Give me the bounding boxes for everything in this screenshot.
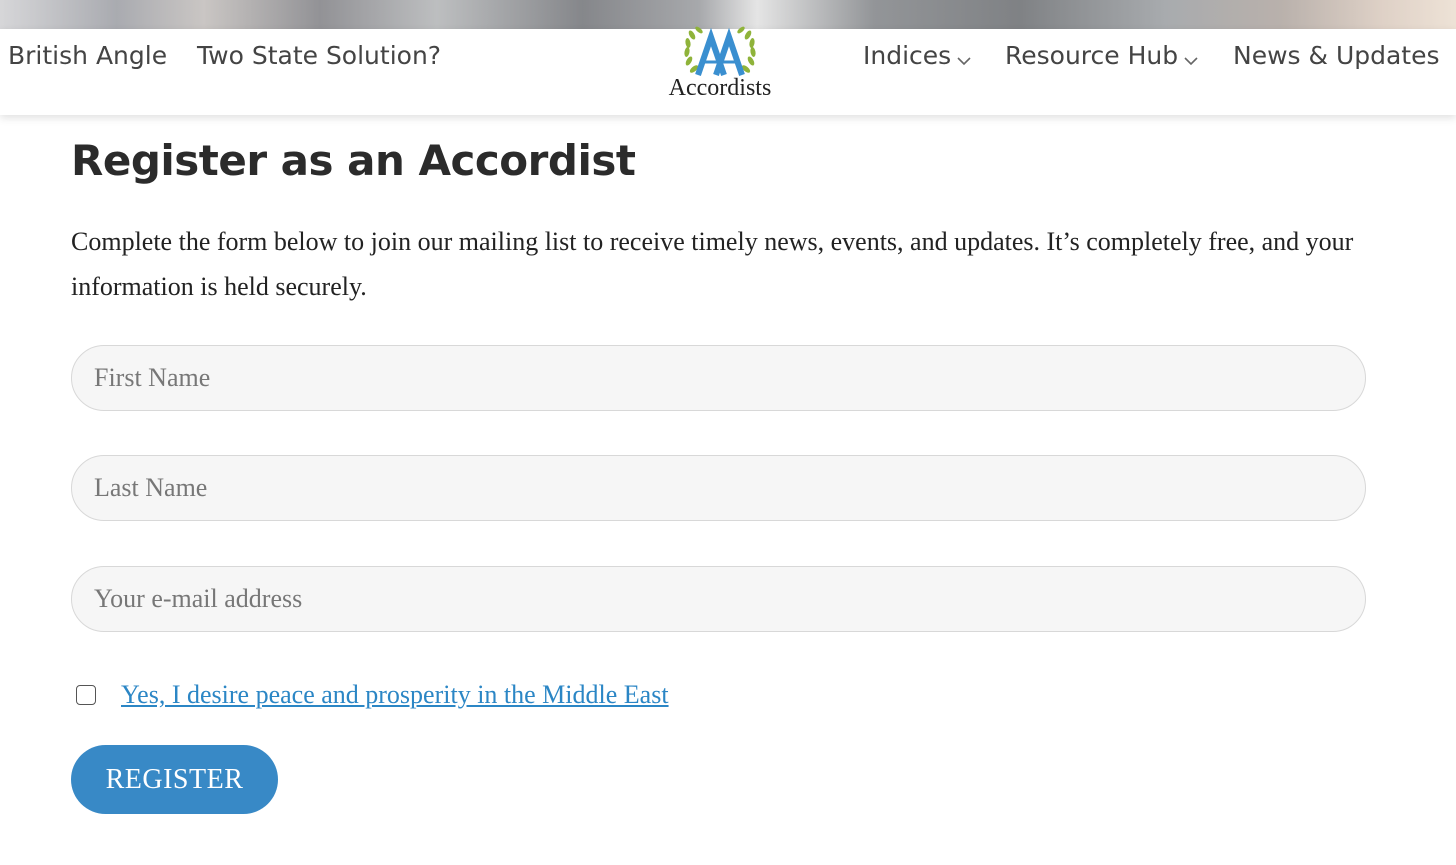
nav-item-two-state-solution[interactable]: Two State Solution? bbox=[197, 41, 441, 70]
intro-text: Complete the form below to join our mail… bbox=[71, 227, 1354, 301]
laurel-aa-icon bbox=[684, 26, 756, 76]
nav-item-resource-hub[interactable]: Resource Hub bbox=[1005, 41, 1198, 72]
nav-item-british-angle[interactable]: British Angle bbox=[8, 41, 167, 70]
consent-row: Yes, I desire peace and prosperity in th… bbox=[76, 680, 669, 710]
chevron-down-icon bbox=[957, 43, 971, 72]
register-button[interactable]: REGISTER bbox=[71, 745, 278, 814]
email-field[interactable] bbox=[71, 566, 1366, 632]
nav-item-label: Indices bbox=[863, 41, 952, 70]
site-header: British Angle Two State Solution? Accord… bbox=[0, 26, 1456, 115]
consent-checkbox[interactable] bbox=[76, 685, 96, 705]
nav-item-news-updates[interactable]: News & Updates bbox=[1233, 41, 1440, 70]
nav-item-indices[interactable]: Indices bbox=[863, 41, 971, 72]
page-title: Register as an Accordist bbox=[71, 136, 636, 185]
chevron-down-icon bbox=[1184, 43, 1198, 72]
site-logo[interactable]: Accordists bbox=[664, 15, 776, 105]
logo-text: Accordists bbox=[668, 75, 772, 101]
first-name-field[interactable] bbox=[71, 345, 1366, 411]
consent-link[interactable]: Yes, I desire peace and prosperity in th… bbox=[121, 680, 669, 710]
nav-item-label: Resource Hub bbox=[1005, 41, 1179, 70]
last-name-field[interactable] bbox=[71, 455, 1366, 521]
